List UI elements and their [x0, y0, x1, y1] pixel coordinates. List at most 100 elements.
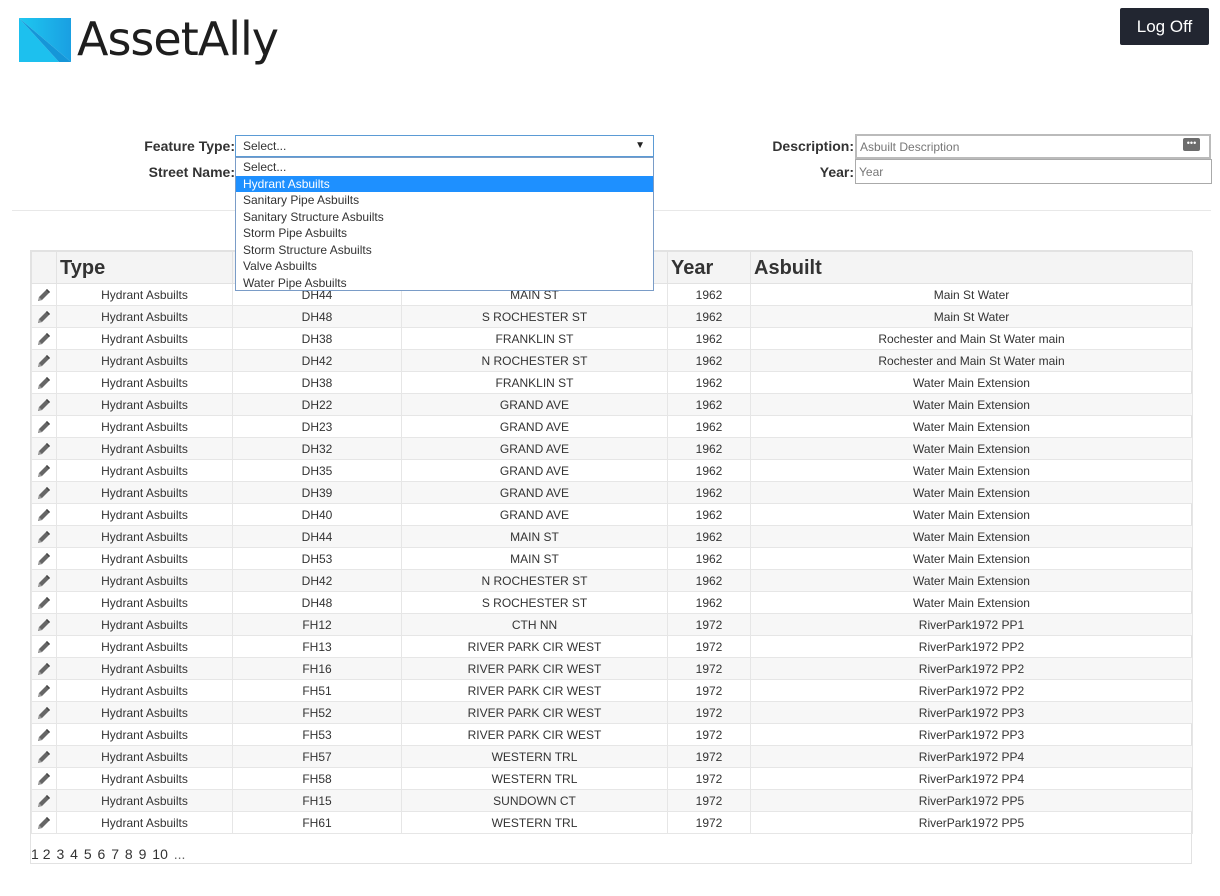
edit-cell[interactable] [31, 349, 57, 372]
pencil-icon[interactable] [36, 617, 52, 631]
cell-street: S ROCHESTER ST [401, 305, 668, 328]
edit-cell[interactable] [31, 723, 57, 746]
dropdown-option[interactable]: Sanitary Structure Asbuilts [236, 209, 653, 226]
dropdown-option-highlighted[interactable]: Hydrant Asbuilts [236, 175, 653, 192]
pencil-icon[interactable] [36, 749, 52, 763]
edit-cell[interactable] [31, 635, 57, 658]
table-row: Hydrant Asbuilts DH48 S ROCHESTER ST 1962 Wa… [31, 591, 1193, 614]
pencil-icon[interactable] [36, 441, 52, 455]
dropdown-option[interactable]: Valve Asbuilts [236, 258, 653, 275]
pencil-icon[interactable] [36, 815, 52, 829]
cell-asbuilt: RiverPark1972 PP4 [750, 767, 1193, 790]
pencil-icon[interactable] [36, 287, 52, 301]
pencil-icon[interactable] [36, 507, 52, 521]
page-link[interactable]: 10 [152, 846, 168, 862]
year-input[interactable] [855, 159, 1212, 184]
pencil-icon[interactable] [36, 661, 52, 675]
log-off-button[interactable]: Log Off [1120, 8, 1209, 45]
pencil-icon[interactable] [36, 705, 52, 719]
page-link[interactable]: 3 [56, 846, 64, 862]
edit-cell[interactable] [31, 811, 57, 834]
edit-cell[interactable] [31, 789, 57, 812]
pencil-icon[interactable] [36, 551, 52, 565]
edit-cell[interactable] [31, 547, 57, 570]
pencil-icon[interactable] [36, 793, 52, 807]
page-link[interactable]: 5 [84, 846, 92, 862]
page-link[interactable]: 7 [111, 846, 119, 862]
pencil-icon[interactable] [36, 397, 52, 411]
edit-cell[interactable] [31, 371, 57, 394]
cell-asset-id: FH16 [232, 657, 402, 680]
column-header-year[interactable]: Year [667, 251, 751, 284]
table-row: Hydrant Asbuilts DH38 FRANKLIN ST 1962 Water… [31, 371, 1193, 394]
page-link[interactable]: 4 [70, 846, 78, 862]
edit-cell[interactable] [31, 657, 57, 680]
dropdown-option[interactable]: Sanitary Pipe Asbuilts [236, 192, 653, 209]
pencil-icon[interactable] [36, 573, 52, 587]
table-row: Hydrant Asbuilts FH52 RIVER PARK CIR WEST 1… [31, 701, 1193, 724]
edit-cell[interactable] [31, 767, 57, 790]
edit-cell[interactable] [31, 679, 57, 702]
pencil-icon[interactable] [36, 639, 52, 653]
cell-year: 1962 [667, 525, 751, 548]
dropdown-option[interactable]: Storm Pipe Asbuilts [236, 225, 653, 242]
cell-asset-id: FH58 [232, 767, 402, 790]
cell-street: GRAND AVE [401, 481, 668, 504]
page-link-current[interactable]: 1 [31, 846, 39, 862]
cell-asbuilt: Water Main Extension [750, 371, 1193, 394]
edit-cell[interactable] [31, 305, 57, 328]
edit-cell[interactable] [31, 327, 57, 350]
cell-street: SUNDOWN CT [401, 789, 668, 812]
edit-cell[interactable] [31, 569, 57, 592]
cell-street: RIVER PARK CIR WEST [401, 657, 668, 680]
cell-type: Hydrant Asbuilts [56, 613, 233, 636]
edit-cell[interactable] [31, 503, 57, 526]
more-options-icon[interactable]: ••• [1183, 138, 1200, 151]
cell-year: 1972 [667, 767, 751, 790]
edit-cell[interactable] [31, 415, 57, 438]
cell-asset-id: FH15 [232, 789, 402, 812]
page-link[interactable]: 8 [125, 846, 133, 862]
pencil-icon[interactable] [36, 353, 52, 367]
description-input[interactable] [855, 134, 1211, 159]
cell-asbuilt: Rochester and Main St Water main [750, 349, 1193, 372]
edit-cell[interactable] [31, 745, 57, 768]
edit-cell[interactable] [31, 613, 57, 636]
edit-cell[interactable] [31, 525, 57, 548]
pencil-icon[interactable] [36, 463, 52, 477]
feature-type-select[interactable]: Select... ▼ [235, 135, 654, 157]
dropdown-option[interactable]: Select... [236, 159, 653, 176]
pencil-icon[interactable] [36, 771, 52, 785]
edit-cell[interactable] [31, 481, 57, 504]
column-header-asbuilt[interactable]: Asbuilt [750, 251, 1193, 284]
pencil-icon[interactable] [36, 485, 52, 499]
page-link[interactable]: 6 [98, 846, 106, 862]
edit-cell[interactable] [31, 591, 57, 614]
edit-cell[interactable] [31, 459, 57, 482]
pencil-icon[interactable] [36, 375, 52, 389]
pencil-icon[interactable] [36, 595, 52, 609]
column-header-type[interactable]: Type [56, 251, 233, 284]
pencil-icon[interactable] [36, 419, 52, 433]
page-link[interactable]: 9 [139, 846, 147, 862]
edit-cell[interactable] [31, 283, 57, 306]
cell-type: Hydrant Asbuilts [56, 503, 233, 526]
page-link[interactable]: 2 [43, 846, 51, 862]
cell-year: 1972 [667, 723, 751, 746]
edit-cell[interactable] [31, 701, 57, 724]
edit-cell[interactable] [31, 437, 57, 460]
cell-year: 1962 [667, 283, 751, 306]
dropdown-option[interactable]: Water Pipe Asbuilts [236, 275, 653, 292]
pencil-icon[interactable] [36, 331, 52, 345]
cell-type: Hydrant Asbuilts [56, 767, 233, 790]
pencil-icon[interactable] [36, 683, 52, 697]
pencil-icon[interactable] [36, 529, 52, 543]
feature-type-dropdown[interactable]: Select... Hydrant Asbuilts Sanitary Pipe… [235, 157, 654, 291]
cell-street: RIVER PARK CIR WEST [401, 635, 668, 658]
pencil-icon[interactable] [36, 727, 52, 741]
dropdown-option[interactable]: Storm Structure Asbuilts [236, 242, 653, 259]
cell-type: Hydrant Asbuilts [56, 569, 233, 592]
pencil-icon[interactable] [36, 309, 52, 323]
edit-cell[interactable] [31, 393, 57, 416]
page-link-more[interactable]: ... [174, 846, 186, 862]
